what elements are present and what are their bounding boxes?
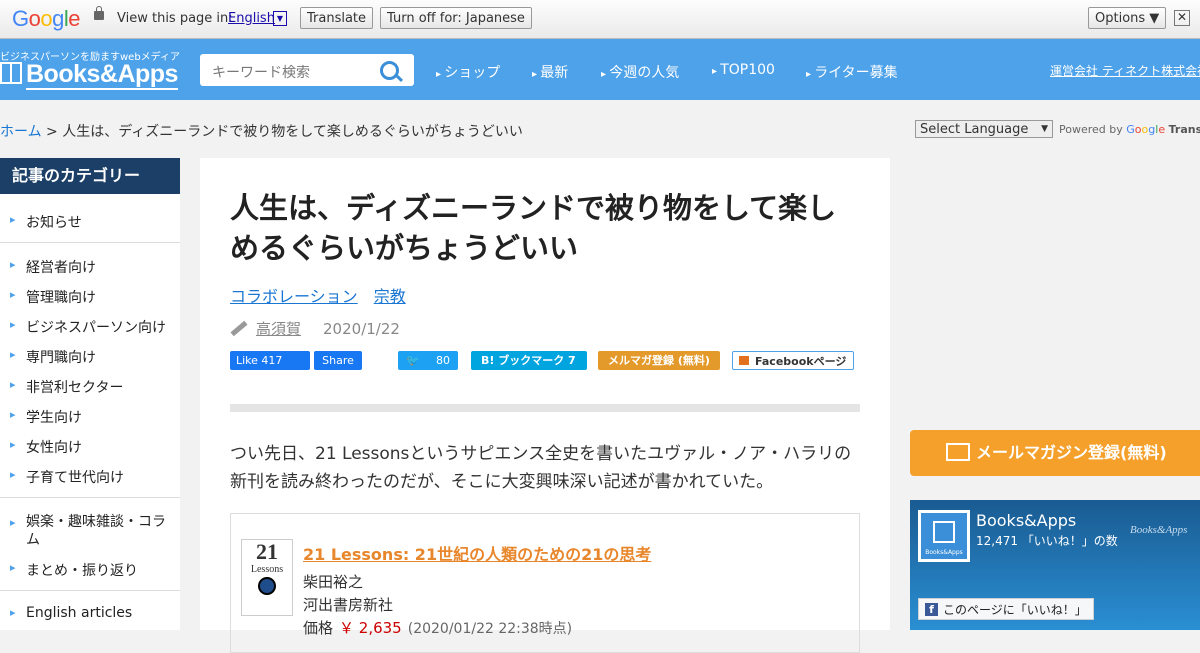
nav-latest[interactable]: 最新 <box>532 62 568 82</box>
category-link-collaboration[interactable]: コラボレーション <box>230 287 358 306</box>
sidebar-item-parents[interactable]: 子育て世代向け <box>10 467 124 487</box>
sidebar-item-managers[interactable]: 管理職向け <box>10 287 96 307</box>
sidebar-item-businesspersons[interactable]: ビジネスパーソン向け <box>10 317 166 337</box>
sidebar-item-news[interactable]: お知らせ <box>10 212 82 232</box>
hatena-bookmark-button[interactable]: B! ブックマーク 7 <box>471 351 587 370</box>
options-button[interactable]: Options ▼ <box>1088 7 1167 29</box>
nav-weekly-popular[interactable]: 今週の人気 <box>601 62 679 82</box>
google-mini-logo: Google <box>1126 123 1166 136</box>
sidebar-item-executives[interactable]: 経営者向け <box>10 257 96 277</box>
divider <box>0 497 180 498</box>
google-logo: Google <box>12 6 81 31</box>
turn-off-button[interactable]: Turn off for: Japanese <box>380 7 532 29</box>
article-main: 人生は、ディズニーランドで被り物をして楽しめるぐらいがちょうどいい コラボレーシ… <box>200 158 890 653</box>
book-title-link[interactable]: 21 Lessons: 21世紀の人類のための21の思考 <box>303 541 651 565</box>
article-meta: 高須賀 2020/1/22 <box>230 318 400 339</box>
mail-magazine-button[interactable]: メールマガジン登録(無料) <box>910 430 1200 476</box>
facebook-page-button[interactable]: Facebookページ <box>732 351 854 370</box>
sidebar-item-women[interactable]: 女性向け <box>10 437 82 457</box>
google-translate-bar: Google View this page in: English ▼ Tran… <box>0 0 1200 39</box>
view-page-label: View this page in: <box>117 11 233 26</box>
envelope-icon <box>946 443 970 461</box>
sidebar-item-summary[interactable]: まとめ・振り返り <box>10 560 138 580</box>
breadcrumb-current: 人生は、ディズニーランドで被り物をして楽しめるぐらいがちょうどいい <box>62 124 523 140</box>
book-card: 21 Lessons 21 Lessons: 21世紀の人類のための21の思考 … <box>230 513 860 653</box>
search-icon[interactable] <box>380 61 399 80</box>
book-cover-image[interactable]: 21 Lessons <box>241 539 293 616</box>
divider <box>230 404 860 412</box>
nav-writer-recruit[interactable]: ライター募集 <box>806 62 897 82</box>
powered-by-google: Powered by Google Translate <box>1059 123 1200 136</box>
nav-top100[interactable]: TOP100 <box>712 62 775 78</box>
twitter-count: 80 <box>436 354 450 367</box>
twitter-icon: 🐦 <box>406 354 420 367</box>
globe-icon <box>258 577 276 595</box>
article-title: 人生は、ディズニーランドで被り物をして楽しめるぐらいがちょうどいい <box>230 191 837 265</box>
facebook-cover-watermark: Books&Apps <box>1130 524 1188 536</box>
translate-button[interactable]: Translate <box>300 7 374 29</box>
twitter-share-button[interactable]: 🐦 80 <box>398 351 458 370</box>
article-body: つい先日、21 Lessonsというサピエンス全史を書いたユヴァル・ノア・ハラリ… <box>230 444 852 492</box>
select-language-dropdown[interactable]: Select Language ▼ <box>915 120 1053 138</box>
category-sidebar: 記事のカテゴリー お知らせ 経営者向け 管理職向け ビジネスパーソン向け 専門職… <box>0 158 180 630</box>
facebook-like-count: 12,471 「いいね！」の数 <box>976 534 1118 548</box>
sidebar-heading: 記事のカテゴリー <box>0 158 180 194</box>
lock-icon <box>94 6 104 20</box>
facebook-share-button[interactable]: Share <box>314 351 362 370</box>
sidebar-item-nonprofit[interactable]: 非営利セクター <box>10 377 124 397</box>
author-link[interactable]: 高須賀 <box>256 320 301 338</box>
logo-mark-icon <box>0 62 22 84</box>
site-header: ビジネスパーソンを励ますwebメディア Books&Apps キーワード検索 シ… <box>0 39 1200 100</box>
book-price: 価格 ￥ 2,635 (2020/01/22 22:38時点) <box>303 619 573 637</box>
book-publisher: 河出書房新社 <box>303 596 394 614</box>
avatar[interactable]: Books&Apps <box>918 510 970 562</box>
search-box[interactable]: キーワード検索 <box>200 54 414 86</box>
category-link-religion[interactable]: 宗教 <box>374 287 406 306</box>
facebook-like-button[interactable]: Like 417 <box>230 351 310 370</box>
sidebar-item-specialists[interactable]: 専門職向け <box>10 347 96 367</box>
facebook-page-widget: Books&Apps Books&Apps 12,471 「いいね！」の数 Bo… <box>910 500 1200 630</box>
close-icon[interactable]: ✕ <box>1174 10 1190 26</box>
mailmag-signup-button[interactable]: メルマガ登録 (無料) <box>598 351 720 370</box>
divider <box>0 590 180 591</box>
search-input[interactable]: キーワード検索 <box>212 62 310 82</box>
book-author: 柴田裕之 <box>303 573 364 591</box>
sidebar-item-english[interactable]: English articles <box>10 605 132 621</box>
facebook-page-name[interactable]: Books&Apps <box>976 511 1076 530</box>
company-link[interactable]: 運営会社 ティネクト株式会社 <box>1050 62 1200 79</box>
article-date: 2020/1/22 <box>323 320 400 338</box>
sidebar-item-entertainment[interactable]: 娯楽・趣味雑談・コラム <box>10 513 171 549</box>
divider <box>0 242 180 243</box>
facebook-page-like-button[interactable]: このページに「いいね！」 <box>918 598 1094 620</box>
sidebar-item-students[interactable]: 学生向け <box>10 407 82 427</box>
pencil-icon <box>230 319 248 337</box>
site-logo[interactable]: Books&Apps <box>0 60 178 90</box>
breadcrumb: ホーム > 人生は、ディズニーランドで被り物をして楽しめるぐらいがちょうどいい <box>0 124 523 140</box>
article-categories: コラボレーション 宗教 <box>230 283 422 307</box>
nav-shop[interactable]: ショップ <box>436 62 500 82</box>
language-dropdown-icon[interactable]: ▼ <box>273 11 287 26</box>
language-link[interactable]: English <box>228 11 275 26</box>
breadcrumb-home[interactable]: ホーム <box>0 124 42 140</box>
